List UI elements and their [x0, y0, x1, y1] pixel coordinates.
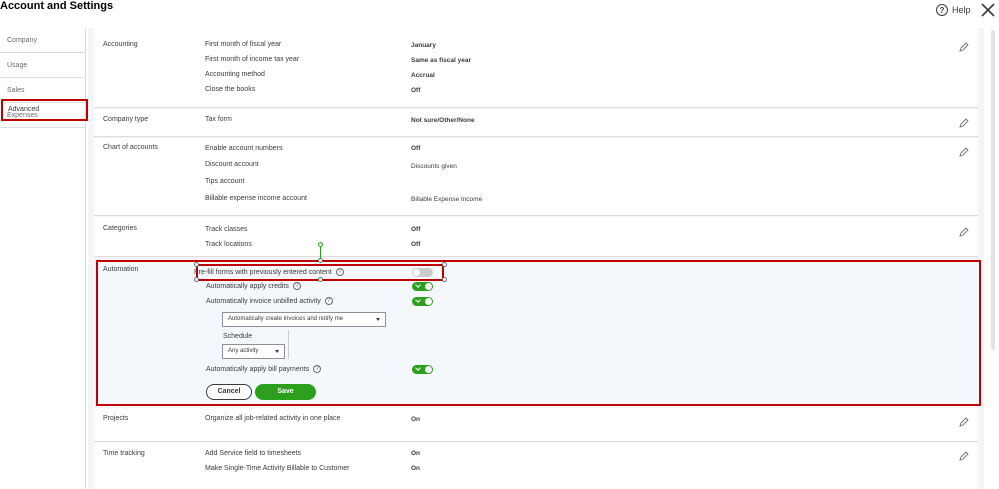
row-value-track-locations: Off [411, 241, 421, 248]
question-circle-icon: ? [936, 4, 948, 16]
section-label-accounting: Accounting [103, 41, 138, 48]
apply-credits-toggle[interactable] [412, 282, 433, 291]
row-value-close-books: Off [411, 87, 421, 94]
question-circle-icon: ? [292, 282, 301, 290]
settings-sidebar: Company Usage Sales Expenses [0, 28, 86, 489]
section-accounting: Accounting First month of fiscal year Ja… [94, 28, 978, 108]
section-label-categories: Categories [103, 225, 137, 232]
section-time-tracking: Time tracking Add Service field to times… [94, 443, 978, 489]
row-value-accounting-method: Accrual [411, 72, 435, 79]
pencil-icon[interactable] [959, 417, 969, 427]
selection-handle[interactable] [442, 262, 447, 267]
selection-handle[interactable] [194, 277, 199, 282]
row-value-tax-form: Not sure/Other/None [411, 117, 475, 124]
settings-content: Accounting First month of fiscal year Ja… [88, 28, 984, 489]
pencil-icon[interactable] [959, 147, 969, 157]
section-chart-of-accounts: Chart of accounts Enable account numbers… [94, 138, 978, 216]
section-label-automation: Automation [103, 266, 139, 273]
row-value-service-field: On [411, 450, 421, 457]
close-icon[interactable] [980, 2, 996, 18]
bill-payments-toggle[interactable] [412, 365, 433, 374]
question-circle-icon: ? [335, 268, 344, 276]
row-label-track-locations: Track locations [205, 241, 252, 248]
sidebar-item-usage[interactable]: Usage [0, 53, 85, 78]
vertical-scrollbar[interactable] [990, 30, 996, 350]
pencil-icon[interactable] [959, 42, 969, 52]
section-automation: Automation Pre-fill forms with previousl… [96, 242, 981, 406]
schedule-dropdown[interactable]: Any activity [222, 344, 285, 359]
row-value-single-time-billable: On [411, 465, 421, 472]
invoice-unbilled-toggle[interactable] [412, 297, 433, 306]
selection-handle[interactable] [318, 258, 323, 263]
row-value-track-classes: Off [411, 226, 421, 233]
selection-handle[interactable] [442, 277, 447, 282]
row-label-account-numbers: Enable account numbers [205, 145, 283, 152]
prefill-forms-label: Pre-fill forms with previously entered c… [194, 268, 344, 276]
invoice-unbilled-label: Automatically invoice unbilled activity? [206, 297, 333, 305]
row-label-discount-account: Discount account [205, 161, 259, 168]
rotate-handle-stem [320, 247, 321, 258]
invoice-option-dropdown[interactable]: Automatically create invoices and notify… [222, 312, 386, 327]
scrollbar-thumb[interactable] [991, 30, 995, 350]
row-value-billable-income: Billable Expense Income [411, 196, 483, 203]
section-categories: Categories Track classes Off Track locat… [94, 217, 978, 257]
help-button[interactable]: ? Help [936, 4, 971, 16]
section-label-projects: Projects [103, 415, 129, 422]
pencil-icon[interactable] [959, 118, 969, 128]
row-value-first-month-fiscal: January [411, 42, 436, 49]
row-label-accounting-method: Accounting method [205, 71, 265, 78]
selection-handle[interactable] [318, 277, 323, 282]
section-label-company-type: Company type [103, 116, 149, 123]
sidebar-item-advanced[interactable]: Advanced [1, 99, 88, 121]
row-label-close-books: Close the books [205, 86, 256, 93]
section-projects: Projects Organize all job-related activi… [94, 408, 978, 442]
row-label-track-classes: Track classes [205, 226, 248, 233]
row-label-tax-form: Tax form [205, 116, 232, 123]
row-value-organize-jobs: On [411, 416, 421, 423]
schedule-divider [288, 330, 289, 359]
row-value-discount-account: Discounts given [411, 163, 457, 170]
row-label-first-month-fiscal: First month of fiscal year [205, 41, 282, 48]
section-company-type: Company type Tax form Not sure/Other/Non… [94, 109, 978, 137]
row-label-first-month-tax: First month of income tax year [205, 56, 300, 63]
row-label-organize-jobs: Organize all job-related activity in one… [205, 415, 341, 422]
row-value-first-month-tax: Same as fiscal year [411, 57, 471, 64]
bill-payments-label: Automatically apply bill payments? [206, 365, 322, 373]
question-circle-icon: ? [313, 365, 322, 373]
sidebar-item-company[interactable]: Company [0, 28, 85, 53]
schedule-label: Schedule [223, 333, 253, 340]
row-value-account-numbers: Off [411, 145, 421, 152]
caret-down-icon [275, 350, 279, 353]
save-button[interactable]: Save [255, 384, 316, 400]
caret-down-icon [376, 318, 380, 321]
cancel-button[interactable]: Cancel [206, 384, 252, 400]
help-label: Help [952, 5, 971, 15]
apply-credits-label: Automatically apply credits? [206, 282, 301, 290]
section-label-time-tracking: Time tracking [103, 450, 145, 457]
row-label-service-field: Add Service field to timesheets [205, 450, 302, 457]
row-label-tips-account: Tips account [205, 178, 245, 185]
row-label-single-time-billable: Make Single-Time Activity Billable to Cu… [205, 465, 350, 472]
question-circle-icon: ? [324, 297, 333, 305]
page-title: Account and Settings [0, 0, 114, 12]
pencil-icon[interactable] [959, 451, 969, 461]
pencil-icon[interactable] [959, 227, 969, 237]
prefill-forms-toggle[interactable] [412, 268, 433, 277]
row-label-billable-income: Billable expense income account [205, 195, 307, 202]
section-label-chart-of-accounts: Chart of accounts [103, 144, 158, 151]
selection-handle[interactable] [194, 262, 199, 267]
